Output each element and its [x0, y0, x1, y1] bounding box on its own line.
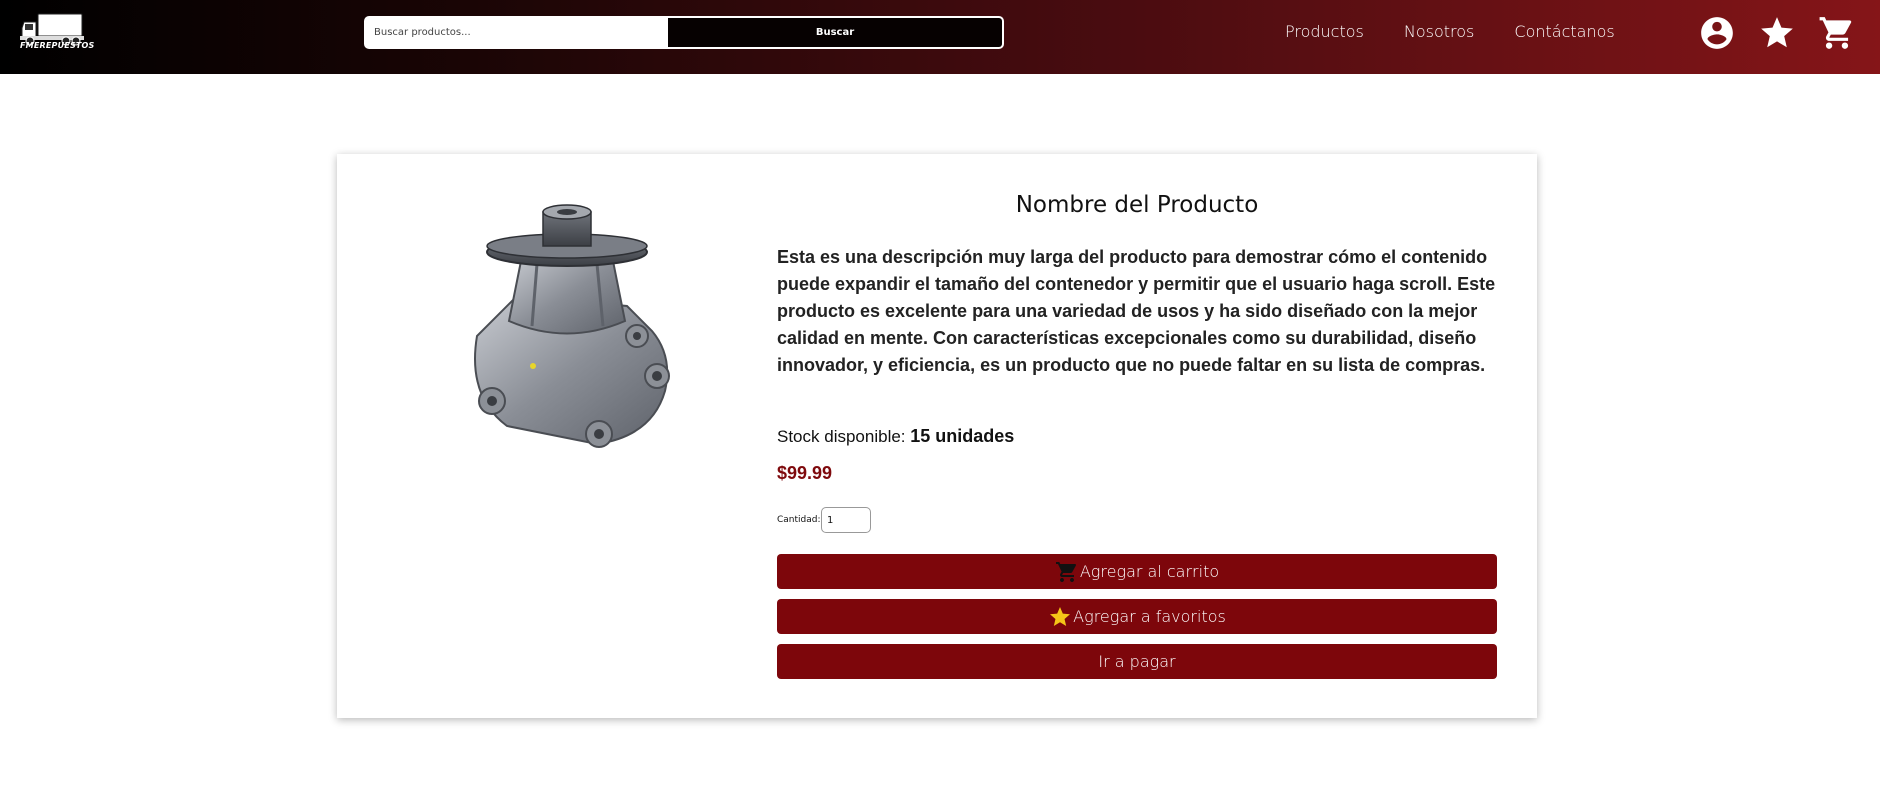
top-header: FMEREPUESTOS Buscar Productos Nosotros C…	[0, 0, 1880, 74]
product-card: Nombre del Producto Esta es una descripc…	[337, 154, 1537, 718]
add-to-cart-button[interactable]: Agregar al carrito	[777, 554, 1497, 589]
search-bar: Buscar	[364, 16, 1004, 49]
quantity-label: Cantidad:	[777, 515, 821, 525]
star-icon[interactable]	[1758, 14, 1796, 52]
logo-text: FMEREPUESTOS	[20, 41, 95, 50]
add-to-favorites-button[interactable]: Agregar a favoritos	[777, 599, 1497, 634]
product-image	[437, 186, 697, 456]
add-to-favorites-label: Agregar a favoritos	[1073, 607, 1226, 626]
shopping-cart-icon[interactable]	[1818, 14, 1856, 52]
main-nav: Productos Nosotros Contáctanos	[1285, 22, 1655, 41]
stock-label: Stock disponible:	[777, 427, 906, 446]
account-circle-icon[interactable]	[1698, 14, 1736, 52]
search-button[interactable]: Buscar	[668, 18, 1002, 47]
nav-nosotros[interactable]: Nosotros	[1404, 22, 1475, 41]
cart-icon	[1055, 560, 1079, 584]
checkout-label: Ir a pagar	[1098, 652, 1176, 671]
add-to-cart-label: Agregar al carrito	[1079, 562, 1220, 581]
product-title: Nombre del Producto	[1015, 192, 1259, 218]
favorite-star-icon	[1048, 605, 1072, 629]
quantity-input[interactable]	[821, 507, 871, 533]
checkout-button[interactable]: Ir a pagar	[777, 644, 1497, 679]
stock-value: 15 unidades	[910, 426, 1015, 446]
nav-contactanos[interactable]: Contáctanos	[1514, 22, 1614, 41]
nav-productos[interactable]: Productos	[1285, 22, 1364, 41]
product-description: Esta es una descripción muy larga del pr…	[777, 247, 1496, 375]
water-pump-image	[474, 204, 670, 448]
search-input[interactable]	[366, 18, 668, 47]
product-price: $99.99	[777, 463, 833, 483]
stock-info: Stock disponible: 15 unidades	[777, 426, 1502, 447]
